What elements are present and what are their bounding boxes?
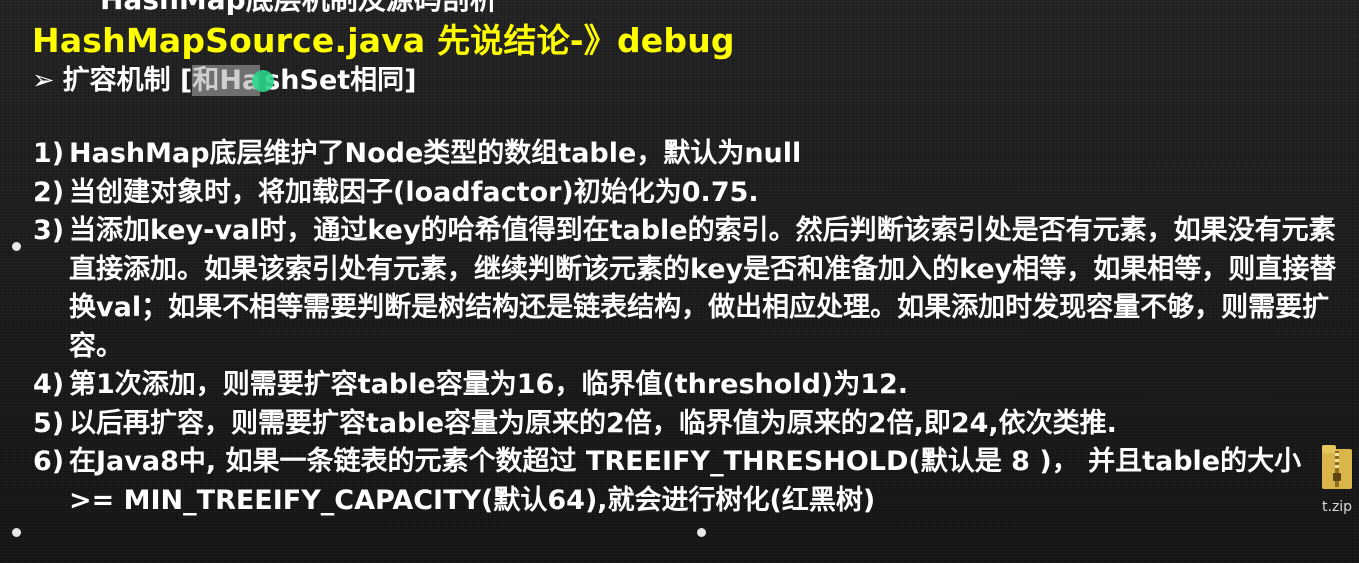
selection-handle-bottom-left[interactable] [12, 528, 21, 537]
list-item-number: 1) [33, 138, 65, 169]
zip-file-label: t.zip [1322, 499, 1353, 515]
list-item-number: 2) [33, 176, 65, 208]
bullet-prefix: 扩容机制 [ [62, 65, 193, 96]
list-item-number: 6) [33, 446, 65, 477]
list-item: 2) 当创建对象时，将加载因子(loadfactor)初始化为0.75. [33, 174, 1353, 213]
slide-title: HashMapSource.java 先说结论-》debug [32, 21, 735, 60]
list-item-text: 当添加key-val时，通过key的哈希值得到在table的索引。然后判断该索引… [69, 215, 1337, 362]
list-item: 3) 当添加key-val时，通过key的哈希值得到在table的索引。然后判断… [33, 212, 1353, 366]
list-item: 1) HashMap底层维护了Node类型的数组table，默认为null [33, 135, 1353, 174]
bullet-expansion-mechanism: ➢ 扩容机制 [和Ha shSet相同] [32, 58, 417, 97]
selection-handle-bottom[interactable] [697, 528, 706, 537]
list-item-text: 当创建对象时，将加载因子(loadfactor)初始化为0.75. [69, 176, 759, 208]
list-item: 4) 第1次添加，则需要扩容table容量为16，临界值(threshold)为… [33, 366, 1353, 405]
selection-handle-left[interactable] [12, 242, 21, 251]
conclusion-list: 1) HashMap底层维护了Node类型的数组table，默认为null 2)… [33, 135, 1353, 520]
list-item-number: 3) [33, 215, 65, 246]
bullet-rest: shSet相同] [264, 65, 417, 96]
list-item-text: 在Java8中, 如果一条链表的元素个数超过 TREEIFY_THRESHOLD… [69, 446, 1302, 516]
list-item-text: 以后再扩容，则需要扩容table容量为原来的2倍，临界值为原来的2倍,即24,依… [69, 407, 1117, 439]
zip-file-icon[interactable] [1320, 443, 1354, 491]
list-item: 5) 以后再扩容，则需要扩容table容量为原来的2倍，临界值为原来的2倍,即2… [33, 405, 1353, 444]
list-item-text: HashMap底层维护了Node类型的数组table，默认为null [69, 138, 802, 169]
list-item-number: 5) [33, 407, 65, 439]
list-item-number: 4) [33, 369, 65, 400]
selected-text[interactable]: 和Ha [192, 65, 261, 96]
list-item-text: 第1次添加，则需要扩容table容量为16，临界值(threshold)为12. [69, 369, 909, 400]
bullet-arrow-icon: ➢ [32, 65, 55, 96]
list-item: 6) 在Java8中, 如果一条链表的元素个数超过 TREEIFY_THRESH… [33, 443, 1353, 520]
